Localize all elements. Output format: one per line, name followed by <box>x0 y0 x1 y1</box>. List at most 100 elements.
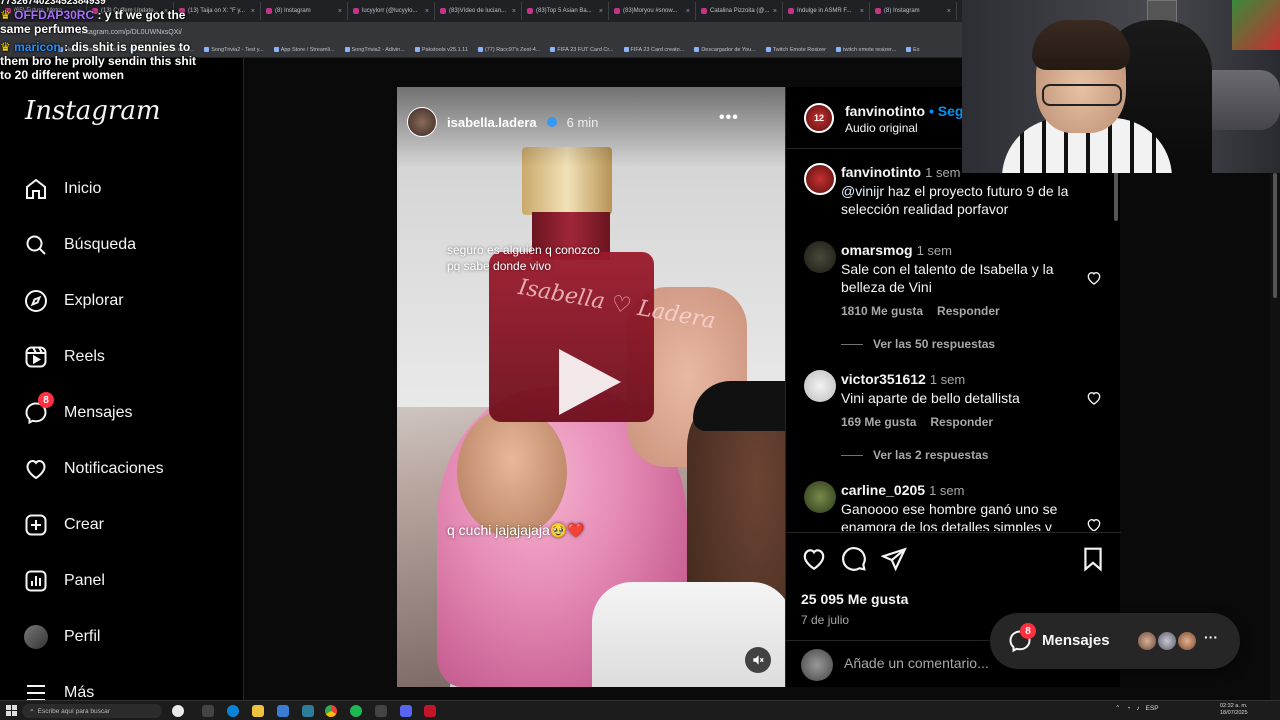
sidebar-item-notifications[interactable]: Notificaciones <box>24 454 164 484</box>
close-icon[interactable]: × <box>599 8 603 15</box>
bookmark-item[interactable]: (77) Racc97's Zest-4... <box>477 46 541 53</box>
sidebar-item-home[interactable]: Inicio <box>24 174 101 204</box>
bird-app-icon[interactable] <box>172 705 184 717</box>
comment-username[interactable]: victor351612 <box>841 371 926 387</box>
comment-time: 1 sem <box>929 372 966 387</box>
close-icon[interactable]: × <box>338 8 342 15</box>
comment-input[interactable] <box>844 655 1004 671</box>
taskbar-search[interactable]: ⌕ Escribe aquí para buscar <box>22 704 162 718</box>
post-video[interactable]: Isabella ♡ Ladera isabella.ladera 6 min … <box>397 87 785 687</box>
sidebar-item-reels[interactable]: Reels <box>24 342 105 372</box>
bookmark-item[interactable]: SongTrivia2 - Test y... <box>204 47 264 53</box>
view-replies[interactable]: Ver las 2 respuestas <box>841 448 988 462</box>
play-icon[interactable] <box>559 349 621 415</box>
like-heart-icon[interactable] <box>801 546 827 572</box>
taskbar-clock[interactable]: 02:32 a. m. 18/07/2025 <box>1220 703 1248 717</box>
sidebar-item-search[interactable]: Búsqueda <box>24 230 136 260</box>
browser-tab[interactable]: lucyylorr (@lucyylo... × <box>348 2 435 20</box>
browser-tab[interactable]: (8) Instagram × <box>261 2 348 20</box>
comment-username[interactable]: carline_0205 <box>841 482 925 498</box>
close-icon[interactable]: × <box>860 8 864 15</box>
reply-button[interactable]: Responder <box>930 415 993 429</box>
bookmark-item[interactable]: Descargador de You... <box>694 47 756 53</box>
store-icon[interactable] <box>277 705 289 717</box>
bookmark-item[interactable]: SongTrivia2 - Adivin... <box>344 46 405 53</box>
home-icon <box>26 178 46 199</box>
close-icon[interactable]: × <box>425 8 429 15</box>
browser-tab[interactable]: Indulge in ASMR F... × <box>783 2 870 20</box>
stream-chat-overlay: 7732674023452384939 ♛ OFFDAP30RC : y tf … <box>0 0 205 112</box>
bookmark-item[interactable]: App Store / Streamli... <box>273 47 335 53</box>
discord-icon[interactable] <box>400 705 412 717</box>
avatar[interactable] <box>407 107 437 137</box>
sidebar-item-create[interactable]: Crear <box>24 510 104 540</box>
bookmark-label: (77) Racc97's Zest-4... <box>484 46 541 53</box>
sidebar-item-panel[interactable]: Panel <box>24 566 105 596</box>
messages-pill[interactable]: 8 Mensajes ··· <box>990 613 1240 669</box>
obs-icon[interactable] <box>375 705 387 717</box>
share-icon[interactable] <box>881 546 907 572</box>
browser-tab[interactable]: (8) Instagram × <box>870 2 957 20</box>
bookmark-item[interactable]: FIFA 23 Card creato... <box>623 47 684 53</box>
mute-button[interactable] <box>745 647 771 673</box>
tab-label: Catalina Pizzoita (@... <box>710 8 770 14</box>
avatar[interactable] <box>804 163 836 195</box>
close-icon[interactable]: × <box>512 8 516 15</box>
video-username[interactable]: isabella.ladera <box>447 115 537 130</box>
heart-icon[interactable] <box>1086 390 1102 406</box>
bookmark-icon[interactable] <box>1080 546 1106 572</box>
browser-tab[interactable]: Catalina Pizzoita (@... × <box>696 2 783 20</box>
view-replies-label: Ver las 2 respuestas <box>873 448 989 462</box>
task-view-icon[interactable] <box>202 705 214 717</box>
browser-tab[interactable]: (83)Vídeo de lucian... × <box>435 2 522 20</box>
reply-button[interactable]: Responder <box>937 304 1000 318</box>
avatar[interactable] <box>804 241 836 273</box>
edge-icon[interactable] <box>227 705 239 717</box>
avatar[interactable]: 12 <box>804 103 834 133</box>
sidebar-item-explore[interactable]: Explorar <box>24 286 124 316</box>
comment-icon[interactable] <box>841 546 867 572</box>
heart-icon[interactable] <box>1086 517 1102 531</box>
sidebar-item-messages[interactable]: 8 Mensajes <box>24 392 132 428</box>
mention-link[interactable]: @vinijr <box>841 183 884 199</box>
audio-label[interactable]: Audio original <box>845 121 918 135</box>
bookmark-item[interactable]: Pakstools v25.1.11 <box>414 47 468 53</box>
comment-likes[interactable]: 1810 Me gusta <box>841 304 923 318</box>
app-icon[interactable] <box>302 705 314 717</box>
bookmark-item[interactable]: FIFA 23 FUT Card Cr... <box>550 47 614 53</box>
folder-icon[interactable] <box>252 705 264 717</box>
chrome-icon[interactable] <box>325 705 337 717</box>
spotify-icon[interactable] <box>350 705 362 717</box>
view-replies[interactable]: Ver las 50 respuestas <box>841 337 995 351</box>
bookmark-item[interactable]: Twitch Emote Resizer <box>765 47 826 53</box>
comment-username[interactable]: omarsmog <box>841 242 913 258</box>
sidebar-item-profile[interactable]: Perfil <box>24 622 100 652</box>
bookmark-item[interactable]: twitch emote resizer... <box>835 47 896 53</box>
bookmark-label: Es <box>913 46 920 53</box>
likes-count[interactable]: 25 095 Me gusta <box>801 591 908 607</box>
avatar[interactable] <box>804 481 836 513</box>
app-icon[interactable] <box>424 705 436 717</box>
more-options-icon[interactable]: ••• <box>719 109 739 127</box>
post-author[interactable]: fanvinotinto <box>845 103 925 119</box>
heart-icon[interactable] <box>1086 270 1102 286</box>
browser-tab[interactable]: (83)Moryou #snow... × <box>609 2 696 20</box>
page-scrollbar-thumb[interactable] <box>1273 173 1277 298</box>
close-icon[interactable]: × <box>773 8 777 15</box>
browser-tab[interactable]: (83)Top 5 Asian Ba... × <box>522 2 609 20</box>
bookmark-label: SongTrivia2 - Adivin... <box>351 46 405 53</box>
comment-likes[interactable]: 169 Me gusta <box>841 415 916 429</box>
avatar[interactable] <box>804 370 836 402</box>
page-scrollbar[interactable] <box>1270 173 1280 700</box>
clock-time: 02:32 a. m. <box>1220 703 1248 709</box>
close-icon[interactable]: × <box>251 8 255 15</box>
messages-badge: 8 <box>1020 623 1036 639</box>
tab-favicon-icon <box>440 8 446 14</box>
close-icon[interactable]: × <box>947 8 951 15</box>
windows-start-icon[interactable] <box>6 705 17 716</box>
bookmark-icon <box>477 47 483 52</box>
system-tray[interactable]: ⌃ ◔ ♪ ESP <box>1115 704 1159 713</box>
comment-username[interactable]: fanvinotinto <box>841 164 921 180</box>
close-icon[interactable]: × <box>686 8 690 15</box>
bookmark-item[interactable]: Es <box>906 46 920 53</box>
